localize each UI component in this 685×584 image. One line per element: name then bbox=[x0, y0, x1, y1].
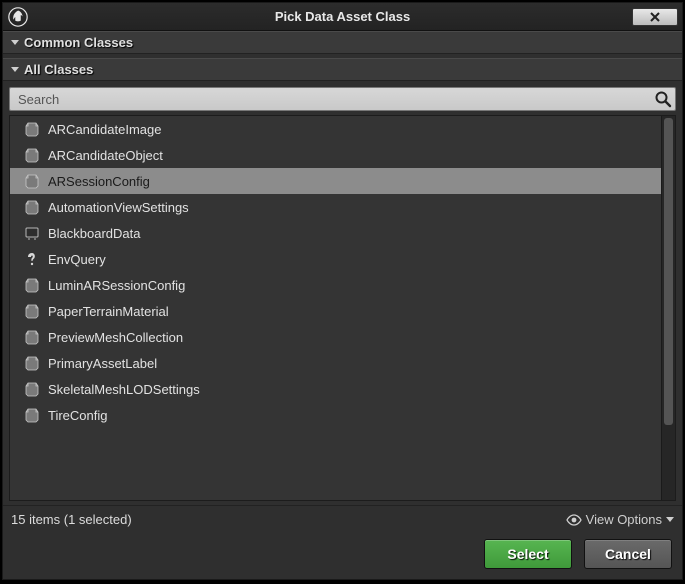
blackboard-icon bbox=[24, 225, 40, 241]
common-classes-header[interactable]: Common Classes bbox=[3, 31, 682, 54]
close-button[interactable] bbox=[632, 8, 678, 26]
data-asset-icon bbox=[24, 355, 40, 371]
class-list-viewport[interactable]: ARCandidateImage ARCandidateObject ARSessi… bbox=[10, 116, 661, 500]
list-item-label: TireConfig bbox=[48, 408, 107, 423]
list-item[interactable]: EnvQuery bbox=[10, 246, 661, 272]
search-row bbox=[9, 87, 676, 111]
eye-icon bbox=[566, 514, 582, 526]
chevron-down-icon bbox=[11, 67, 19, 72]
view-options-button[interactable]: View Options bbox=[566, 512, 674, 527]
list-item-label: LuminARSessionConfig bbox=[48, 278, 185, 293]
list-item-label: AutomationViewSettings bbox=[48, 200, 189, 215]
dialog-window: Pick Data Asset Class Common Classes All… bbox=[2, 2, 683, 580]
data-asset-icon bbox=[24, 329, 40, 345]
list-item[interactable]: PrimaryAssetLabel bbox=[10, 350, 661, 376]
list-item[interactable]: ARCandidateImage bbox=[10, 116, 661, 142]
list-item-label: ARCandidateObject bbox=[48, 148, 163, 163]
data-asset-icon bbox=[24, 277, 40, 293]
list-item-label: ARSessionConfig bbox=[48, 174, 150, 189]
select-button[interactable]: Select bbox=[484, 539, 572, 569]
list-item[interactable]: AutomationViewSettings bbox=[10, 194, 661, 220]
unreal-logo-icon bbox=[5, 4, 31, 30]
list-item-label: EnvQuery bbox=[48, 252, 106, 267]
list-item[interactable]: ARSessionConfig bbox=[10, 168, 661, 194]
data-asset-icon bbox=[24, 121, 40, 137]
cancel-button[interactable]: Cancel bbox=[584, 539, 672, 569]
chevron-down-icon bbox=[11, 40, 19, 45]
all-classes-body: ARCandidateImage ARCandidateObject ARSessi… bbox=[3, 81, 682, 505]
list-item[interactable]: PaperTerrainMaterial bbox=[10, 298, 661, 324]
list-item-label: ARCandidateImage bbox=[48, 122, 161, 137]
chevron-down-icon bbox=[666, 517, 674, 522]
status-text: 15 items (1 selected) bbox=[11, 512, 132, 527]
list-item[interactable]: ARCandidateObject bbox=[10, 142, 661, 168]
list-item[interactable]: TireConfig bbox=[10, 402, 661, 428]
list-item[interactable]: SkeletalMeshLODSettings bbox=[10, 376, 661, 402]
data-asset-icon bbox=[24, 407, 40, 423]
data-asset-icon bbox=[24, 303, 40, 319]
list-item-label: PrimaryAssetLabel bbox=[48, 356, 157, 371]
list-item[interactable]: BlackboardData bbox=[10, 220, 661, 246]
select-button-label: Select bbox=[507, 546, 548, 562]
data-asset-icon bbox=[24, 147, 40, 163]
data-asset-icon bbox=[24, 381, 40, 397]
statusbar: 15 items (1 selected) View Options bbox=[3, 505, 682, 533]
env-query-icon bbox=[24, 251, 40, 267]
list-item-label: BlackboardData bbox=[48, 226, 141, 241]
class-list: ARCandidateImage ARCandidateObject ARSessi… bbox=[9, 115, 676, 501]
list-item-label: SkeletalMeshLODSettings bbox=[48, 382, 200, 397]
titlebar: Pick Data Asset Class bbox=[3, 3, 682, 31]
common-classes-label: Common Classes bbox=[24, 35, 133, 50]
data-asset-icon bbox=[24, 173, 40, 189]
close-icon bbox=[649, 12, 661, 22]
list-item[interactable]: LuminARSessionConfig bbox=[10, 272, 661, 298]
list-item[interactable]: PreviewMeshCollection bbox=[10, 324, 661, 350]
button-row: Select Cancel bbox=[3, 533, 682, 579]
list-item-label: PaperTerrainMaterial bbox=[48, 304, 169, 319]
window-title: Pick Data Asset Class bbox=[3, 9, 682, 24]
cancel-button-label: Cancel bbox=[605, 546, 651, 562]
list-item-label: PreviewMeshCollection bbox=[48, 330, 183, 345]
scrollbar-thumb[interactable] bbox=[664, 118, 673, 425]
search-input[interactable] bbox=[9, 87, 676, 111]
scrollbar[interactable] bbox=[661, 116, 675, 500]
all-classes-label: All Classes bbox=[24, 62, 93, 77]
all-classes-header[interactable]: All Classes bbox=[3, 58, 682, 81]
view-options-label: View Options bbox=[586, 512, 662, 527]
data-asset-icon bbox=[24, 199, 40, 215]
